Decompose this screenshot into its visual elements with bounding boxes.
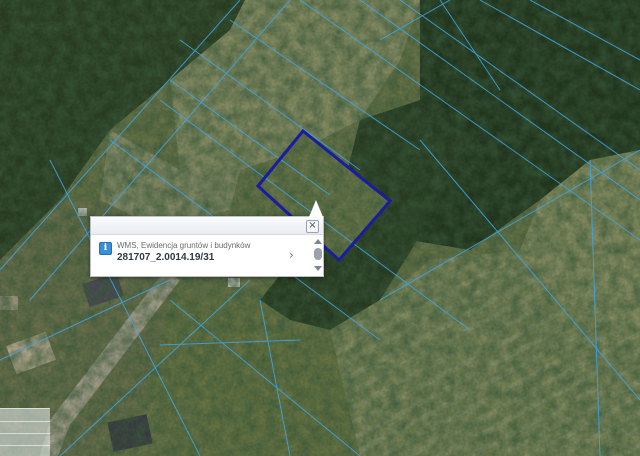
info-icon: i [99,242,112,255]
popup-layer-name: WMS, Ewidencja gruntów i budynków [117,241,251,250]
popup-scrollbar[interactable] [313,239,323,271]
map-corner-control[interactable] [0,408,50,456]
map-view[interactable]: × i WMS, Ewidencja gruntów i budynków 28… [0,0,640,456]
feature-info-popup: × i WMS, Ewidencja gruntów i budynków 28… [90,200,324,277]
popup-pointer [309,200,323,217]
scroll-down-icon[interactable] [314,266,322,271]
scroll-thumb[interactable] [314,248,322,260]
chevron-right-icon[interactable]: › [289,248,294,262]
popup-titlebar: × [91,217,323,235]
close-icon[interactable]: × [306,220,319,233]
popup-parcel-id: 281707_2.0014.19/31 [117,252,215,263]
scroll-up-icon[interactable] [314,239,322,244]
